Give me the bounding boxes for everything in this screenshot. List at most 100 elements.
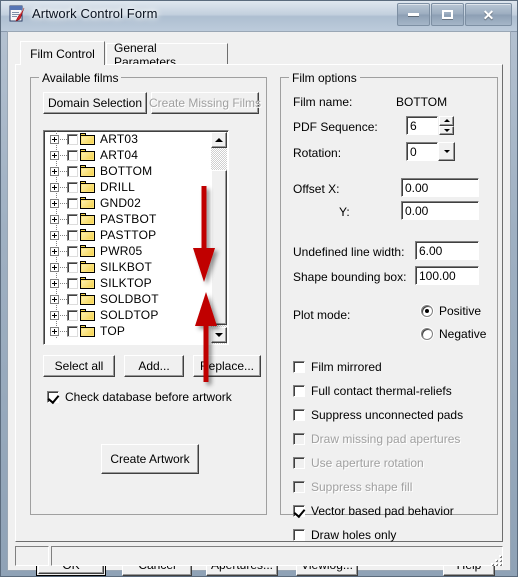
tree-item-top[interactable]: TOP — [44, 323, 228, 339]
tree-dash — [60, 186, 67, 188]
tree-item-art04[interactable]: ART04 — [44, 147, 228, 163]
arrow-up-icon — [215, 138, 223, 142]
expand-icon[interactable] — [50, 262, 59, 272]
expand-icon[interactable] — [50, 150, 59, 160]
tree-item-pwr05[interactable]: PWR05 — [44, 243, 228, 259]
select-all-label: Select all — [54, 359, 104, 373]
expand-icon[interactable] — [50, 294, 59, 304]
tree-dash — [60, 250, 67, 252]
scroll-down-button[interactable] — [211, 327, 227, 343]
tree-item-gnd02[interactable]: GND02 — [44, 195, 228, 211]
checkbox-full-contact-thermal-reliefs[interactable]: Full contact thermal-reliefs — [293, 384, 452, 398]
tree-item-silktop[interactable]: SILKTOP — [44, 275, 228, 291]
checkbox-use-aperture-rotation: Use aperture rotation — [293, 456, 424, 470]
replace-button[interactable]: Replace... — [193, 355, 261, 377]
offset-x-input[interactable]: 0.00 — [401, 178, 479, 197]
tab-general-parameters[interactable]: General Parameters — [106, 41, 228, 69]
film-checkbox[interactable] — [67, 165, 78, 177]
expand-icon[interactable] — [50, 198, 59, 208]
folder-icon — [80, 245, 95, 257]
pdf-sequence-input[interactable]: 6 — [406, 116, 438, 135]
tab-film-control[interactable]: Film Control — [20, 41, 105, 65]
create-missing-films-label: Create Missing Films — [148, 96, 262, 110]
checkbox-vector-based-pad-behavior[interactable]: Vector based pad behavior — [293, 504, 454, 519]
scroll-up-button[interactable] — [211, 132, 227, 148]
film-checkbox[interactable] — [67, 197, 78, 209]
film-checkbox[interactable] — [67, 229, 78, 241]
film-name: DRILL — [100, 180, 136, 194]
status-bar — [15, 546, 503, 566]
domain-selection-button[interactable]: Domain Selection — [43, 92, 147, 114]
tree-dash — [60, 218, 67, 220]
folder-icon — [80, 133, 95, 145]
expand-icon[interactable] — [50, 246, 59, 256]
available-films-group-title: Available films — [39, 71, 122, 85]
available-films-tree[interactable]: ART03 ART04 BOTTOM DRILL GND02 PASTBOT PASTTOP… — [43, 130, 229, 345]
expand-icon[interactable] — [50, 214, 59, 224]
expand-icon[interactable] — [50, 326, 59, 336]
expand-icon[interactable] — [50, 166, 59, 176]
rotation-combo-input[interactable]: 0 — [406, 142, 438, 161]
plot-mode-negative-label: Negative — [439, 327, 487, 341]
title-bar[interactable]: Artwork Control Form ✕ — [1, 1, 517, 32]
select-all-button[interactable]: Select all — [43, 355, 115, 377]
checkbox-box — [293, 505, 306, 519]
check-database-checkbox[interactable]: Check database before artwork — [47, 390, 232, 405]
tree-dash — [60, 330, 67, 332]
window-title: Artwork Control Form — [32, 6, 158, 21]
film-checkbox[interactable] — [67, 149, 78, 161]
create-artwork-button[interactable]: Create Artwork — [101, 444, 199, 474]
rotation-dropdown-button[interactable] — [438, 142, 455, 161]
checkbox-film-mirrored[interactable]: Film mirrored — [293, 360, 382, 374]
plot-mode-negative-radio[interactable]: Negative — [421, 327, 486, 341]
spinner-up-button[interactable] — [439, 116, 454, 126]
add-button[interactable]: Add... — [124, 355, 184, 377]
film-checkbox[interactable] — [67, 261, 78, 273]
tree-dash — [60, 138, 67, 140]
tree-item-pasttop[interactable]: PASTTOP — [44, 227, 228, 243]
expand-icon[interactable] — [50, 134, 59, 144]
checkbox-box — [293, 385, 305, 397]
film-checkbox[interactable] — [67, 309, 78, 321]
tree-item-silkbot[interactable]: SILKBOT — [44, 259, 228, 275]
tree-item-soldbot[interactable]: SOLDBOT — [44, 291, 228, 307]
film-checkbox[interactable] — [67, 325, 78, 337]
tree-item-pastbot[interactable]: PASTBOT — [44, 211, 228, 227]
film-checkbox[interactable] — [67, 213, 78, 225]
tree-item-drill[interactable]: DRILL — [44, 179, 228, 195]
expand-icon[interactable] — [50, 230, 59, 240]
checkbox-suppress-unconnected-pads[interactable]: Suppress unconnected pads — [293, 408, 463, 422]
expand-icon[interactable] — [50, 310, 59, 320]
film-checkbox[interactable] — [67, 245, 78, 257]
film-checkbox[interactable] — [67, 181, 78, 193]
film-checkbox[interactable] — [67, 277, 78, 289]
tree-item-soldtop[interactable]: SOLDTOP — [44, 307, 228, 323]
tree-item-bottom[interactable]: BOTTOM — [44, 163, 228, 179]
plot-mode-positive-radio[interactable]: Positive — [421, 304, 481, 318]
maximize-icon — [442, 10, 453, 19]
film-name: PWR05 — [100, 244, 143, 258]
undefined-line-width-input[interactable]: 6.00 — [415, 241, 479, 260]
maximize-button[interactable] — [431, 3, 464, 26]
checkbox-draw-holes-only[interactable]: Draw holes only — [293, 528, 396, 542]
pdf-sequence-spinner[interactable] — [439, 116, 454, 135]
film-checkbox[interactable] — [67, 133, 78, 145]
tree-item-art03[interactable]: ART03 — [44, 131, 228, 147]
replace-label: Replace... — [199, 359, 255, 373]
close-button[interactable]: ✕ — [465, 3, 512, 26]
offset-y-input[interactable]: 0.00 — [401, 201, 479, 220]
shape-bounding-box-label: Shape bounding box: — [293, 270, 407, 284]
minimize-button[interactable] — [397, 3, 430, 26]
tree-scrollbar[interactable] — [211, 132, 227, 344]
domain-selection-label: Domain Selection — [47, 96, 143, 110]
chevron-down-icon — [443, 150, 450, 153]
scrollbar-thumb[interactable] — [211, 170, 227, 325]
expand-icon[interactable] — [50, 278, 59, 288]
checkbox-box — [293, 361, 305, 373]
expand-icon[interactable] — [50, 182, 59, 192]
shape-bounding-box-input[interactable]: 100.00 — [415, 266, 479, 285]
tree-dash — [60, 282, 67, 284]
resize-grip[interactable] — [488, 552, 501, 565]
spinner-down-button[interactable] — [439, 125, 454, 135]
film-checkbox[interactable] — [67, 293, 78, 305]
